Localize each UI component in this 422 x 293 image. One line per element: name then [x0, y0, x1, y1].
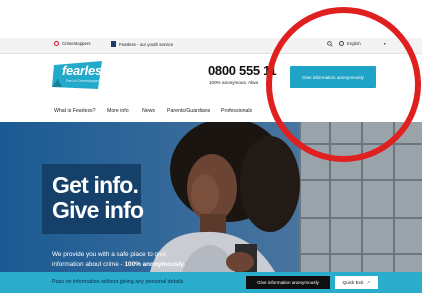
top-bar: Crimestoppers Fearless - our youth servi…: [0, 38, 422, 54]
hero-body-line-1: We provide you with a safe place to give: [52, 251, 167, 258]
nav-item-more-info[interactable]: More info: [107, 108, 129, 114]
hero-title-line-1: Get info.: [52, 172, 139, 198]
language-label: English: [347, 41, 361, 46]
quick-exit-button[interactable]: Quick Exit ↗: [335, 276, 378, 289]
chevron-down-icon: ▾: [383, 41, 386, 46]
banner-text: Pass on information without giving any p…: [52, 279, 185, 285]
main-nav: What is Fearless? More info News Parents…: [0, 103, 422, 119]
crimestoppers-logo-icon: [54, 41, 59, 46]
crimestoppers-link[interactable]: Crimestoppers: [54, 41, 91, 46]
nav-item-news[interactable]: News: [142, 108, 155, 114]
banner-give-information-button[interactable]: Give information anonymously: [246, 276, 330, 289]
phone-number[interactable]: 0800 555 11: [208, 63, 277, 78]
fearless-logo-icon: [111, 41, 116, 47]
quick-exit-label: Quick Exit: [342, 280, 364, 285]
hero-title-line-2: Give info: [52, 197, 144, 223]
exit-arrow-icon: ↗: [366, 279, 371, 286]
hero-body-line-2-text: information about crime -: [52, 261, 125, 268]
search-icon[interactable]: [327, 41, 333, 47]
fearless-youth-label: Fearless - our youth service: [119, 41, 174, 47]
hero-body-line-2-bold: 100% anonymously.: [124, 261, 186, 268]
nav-item-professionals[interactable]: Professionals: [221, 108, 252, 114]
hero-body-line-2: information about crime - 100% anonymous…: [52, 261, 185, 268]
globe-icon: [339, 41, 344, 46]
phone-subtitle: 100% anonymous. Alwa: [209, 80, 259, 85]
crimestoppers-label: Crimestoppers: [62, 41, 91, 46]
nav-item-what-is-fearless[interactable]: What is Fearless?: [54, 108, 96, 114]
give-information-button[interactable]: Give information anonymously: [290, 66, 376, 88]
bottom-banner: Pass on information without giving any p…: [0, 272, 422, 293]
language-selector[interactable]: English ▾: [339, 41, 386, 46]
fearless-youth-link[interactable]: Fearless - our youth service: [111, 41, 173, 47]
fearless-homepage: Crimestoppers Fearless - our youth servi…: [0, 0, 422, 293]
nav-item-parents-guardians[interactable]: Parents/Guardians: [167, 108, 210, 114]
logo-tagline: Part of Crimestoppers: [66, 79, 101, 83]
logo-wordmark: fearless: [62, 63, 109, 78]
